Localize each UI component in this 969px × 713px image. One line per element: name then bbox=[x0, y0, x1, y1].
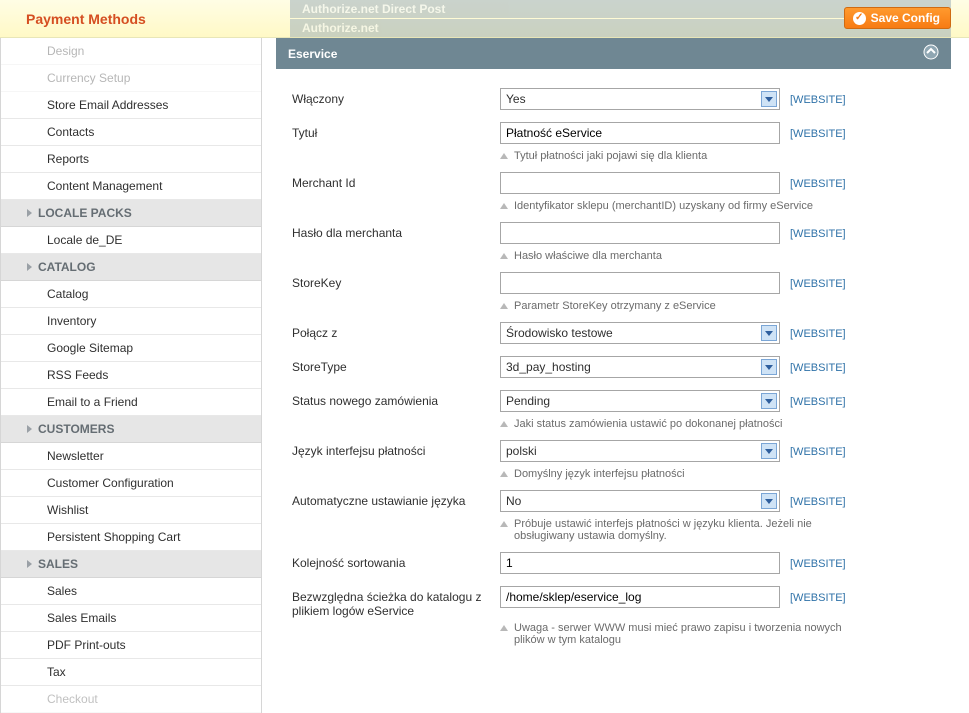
scope-storetype[interactable]: [WEBSITE] bbox=[790, 362, 846, 374]
check-icon: ✓ bbox=[853, 12, 866, 25]
scope-logpath[interactable]: [WEBSITE] bbox=[790, 592, 846, 604]
sidebar-item-contacts[interactable]: Contacts bbox=[1, 119, 261, 146]
hint-autolang: Próbuje ustawić interfejs płatności w ję… bbox=[500, 518, 860, 542]
sidebar-item-tax[interactable]: Tax bbox=[1, 659, 261, 686]
sidebar-item-design[interactable]: Design bbox=[1, 38, 261, 65]
hint-merchant: Identyfikator sklepu (merchantID) uzyska… bbox=[500, 200, 860, 212]
hint-password: Hasło właściwe dla merchanta bbox=[500, 250, 860, 262]
input-sort[interactable] bbox=[500, 552, 780, 574]
scope-merchant[interactable]: [WEBSITE] bbox=[790, 178, 846, 190]
select-orderstat[interactable]: Pending bbox=[500, 390, 780, 412]
sidebar-item-rss[interactable]: RSS Feeds bbox=[1, 362, 261, 389]
sidebar-header-catalog[interactable]: CATALOG bbox=[1, 254, 261, 281]
label-merchant: Merchant Id bbox=[292, 172, 500, 190]
sidebar-item-content-mgmt[interactable]: Content Management bbox=[1, 173, 261, 200]
chevron-right-icon bbox=[27, 209, 32, 217]
chevron-down-icon bbox=[761, 359, 777, 375]
chevron-down-icon bbox=[761, 91, 777, 107]
hint-title: Tytuł płatności jaki pojawi się dla klie… bbox=[500, 150, 860, 162]
select-storetype[interactable]: 3d_pay_hosting bbox=[500, 356, 780, 378]
sidebar-header-sales[interactable]: SALES bbox=[1, 551, 261, 578]
scope-autolang[interactable]: [WEBSITE] bbox=[790, 496, 846, 508]
scope-title[interactable]: [WEBSITE] bbox=[790, 128, 846, 140]
label-title: Tytuł bbox=[292, 122, 500, 140]
input-merchant[interactable] bbox=[500, 172, 780, 194]
scope-sort[interactable]: [WEBSITE] bbox=[790, 558, 846, 570]
hint-logpath: Uwaga - serwer WWW musi mieć prawo zapis… bbox=[500, 622, 860, 646]
input-logpath[interactable] bbox=[500, 586, 780, 608]
select-connect[interactable]: Środowisko testowe bbox=[500, 322, 780, 344]
sidebar-item-sales[interactable]: Sales bbox=[1, 578, 261, 605]
sidebar-item-pdf[interactable]: PDF Print-outs bbox=[1, 632, 261, 659]
collapse-icon bbox=[923, 44, 939, 63]
sidebar-item-gsitemap[interactable]: Google Sitemap bbox=[1, 335, 261, 362]
label-logpath: Bezwzględna ścieżka do katalogu z plikie… bbox=[292, 586, 500, 618]
page-title: Payment Methods bbox=[26, 11, 146, 27]
sidebar-item-catalog[interactable]: Catalog bbox=[1, 281, 261, 308]
scope-connect[interactable]: [WEBSITE] bbox=[790, 328, 846, 340]
sidebar-item-wishlist[interactable]: Wishlist bbox=[1, 497, 261, 524]
label-password: Hasło dla merchanta bbox=[292, 222, 500, 240]
input-password[interactable] bbox=[500, 222, 780, 244]
select-lang[interactable]: polski bbox=[500, 440, 780, 462]
select-enabled[interactable]: Yes bbox=[500, 88, 780, 110]
sidebar: Design Currency Setup Store Email Addres… bbox=[0, 38, 262, 713]
input-title[interactable] bbox=[500, 122, 780, 144]
scope-enabled[interactable]: [WEBSITE] bbox=[790, 94, 846, 106]
label-enabled: Włączony bbox=[292, 88, 500, 106]
page-title-row: Payment Methods bbox=[0, 0, 262, 38]
chevron-right-icon bbox=[27, 425, 32, 433]
sidebar-item-salesemails[interactable]: Sales Emails bbox=[1, 605, 261, 632]
sidebar-header-locale[interactable]: LOCALE PACKS bbox=[1, 200, 261, 227]
hint-storekey: Parametr StoreKey otrzymany z eService bbox=[500, 300, 860, 312]
label-orderstat: Status nowego zamówienia bbox=[292, 390, 500, 408]
sidebar-item-reports[interactable]: Reports bbox=[1, 146, 261, 173]
sidebar-item-locale-de[interactable]: Locale de_DE bbox=[1, 227, 261, 254]
eservice-panel: Włączony Yes [WEBSITE] Tytuł [WEBSITE] T… bbox=[276, 70, 951, 666]
scope-storekey[interactable]: [WEBSITE] bbox=[790, 278, 846, 290]
chevron-down-icon bbox=[761, 443, 777, 459]
chevron-down-icon bbox=[761, 393, 777, 409]
chevron-down-icon bbox=[761, 493, 777, 509]
label-sort: Kolejność sortowania bbox=[292, 552, 500, 570]
sidebar-item-inventory[interactable]: Inventory bbox=[1, 308, 261, 335]
sidebar-item-store-email[interactable]: Store Email Addresses bbox=[1, 92, 261, 119]
label-storetype: StoreType bbox=[292, 356, 500, 374]
label-storekey: StoreKey bbox=[292, 272, 500, 290]
scope-lang[interactable]: [WEBSITE] bbox=[790, 446, 846, 458]
hint-orderstat: Jaki status zamówienia ustawić po dokona… bbox=[500, 418, 860, 430]
scope-orderstat[interactable]: [WEBSITE] bbox=[790, 396, 846, 408]
hint-lang: Domyślny język interfejsu płatności bbox=[500, 468, 860, 480]
sidebar-item-checkout[interactable]: Checkout bbox=[1, 686, 261, 713]
sidebar-item-custconfig[interactable]: Customer Configuration bbox=[1, 470, 261, 497]
input-storekey[interactable] bbox=[500, 272, 780, 294]
sidebar-item-persistcart[interactable]: Persistent Shopping Cart bbox=[1, 524, 261, 551]
save-config-button[interactable]: ✓ Save Config bbox=[844, 7, 951, 29]
accordion-eservice[interactable]: Eservice bbox=[276, 38, 951, 69]
label-lang: Język interfejsu płatności bbox=[292, 440, 500, 458]
select-autolang[interactable]: No bbox=[500, 490, 780, 512]
label-connect: Połącz z bbox=[292, 322, 500, 340]
sidebar-item-emailfriend[interactable]: Email to a Friend bbox=[1, 389, 261, 416]
label-autolang: Automatyczne ustawianie języka bbox=[292, 490, 500, 508]
chevron-right-icon bbox=[27, 263, 32, 271]
sidebar-item-newsletter[interactable]: Newsletter bbox=[1, 443, 261, 470]
sidebar-item-currency[interactable]: Currency Setup bbox=[1, 65, 261, 92]
sidebar-header-customers[interactable]: CUSTOMERS bbox=[1, 416, 261, 443]
chevron-right-icon bbox=[27, 560, 32, 568]
chevron-down-icon bbox=[761, 325, 777, 341]
scope-password[interactable]: [WEBSITE] bbox=[790, 228, 846, 240]
